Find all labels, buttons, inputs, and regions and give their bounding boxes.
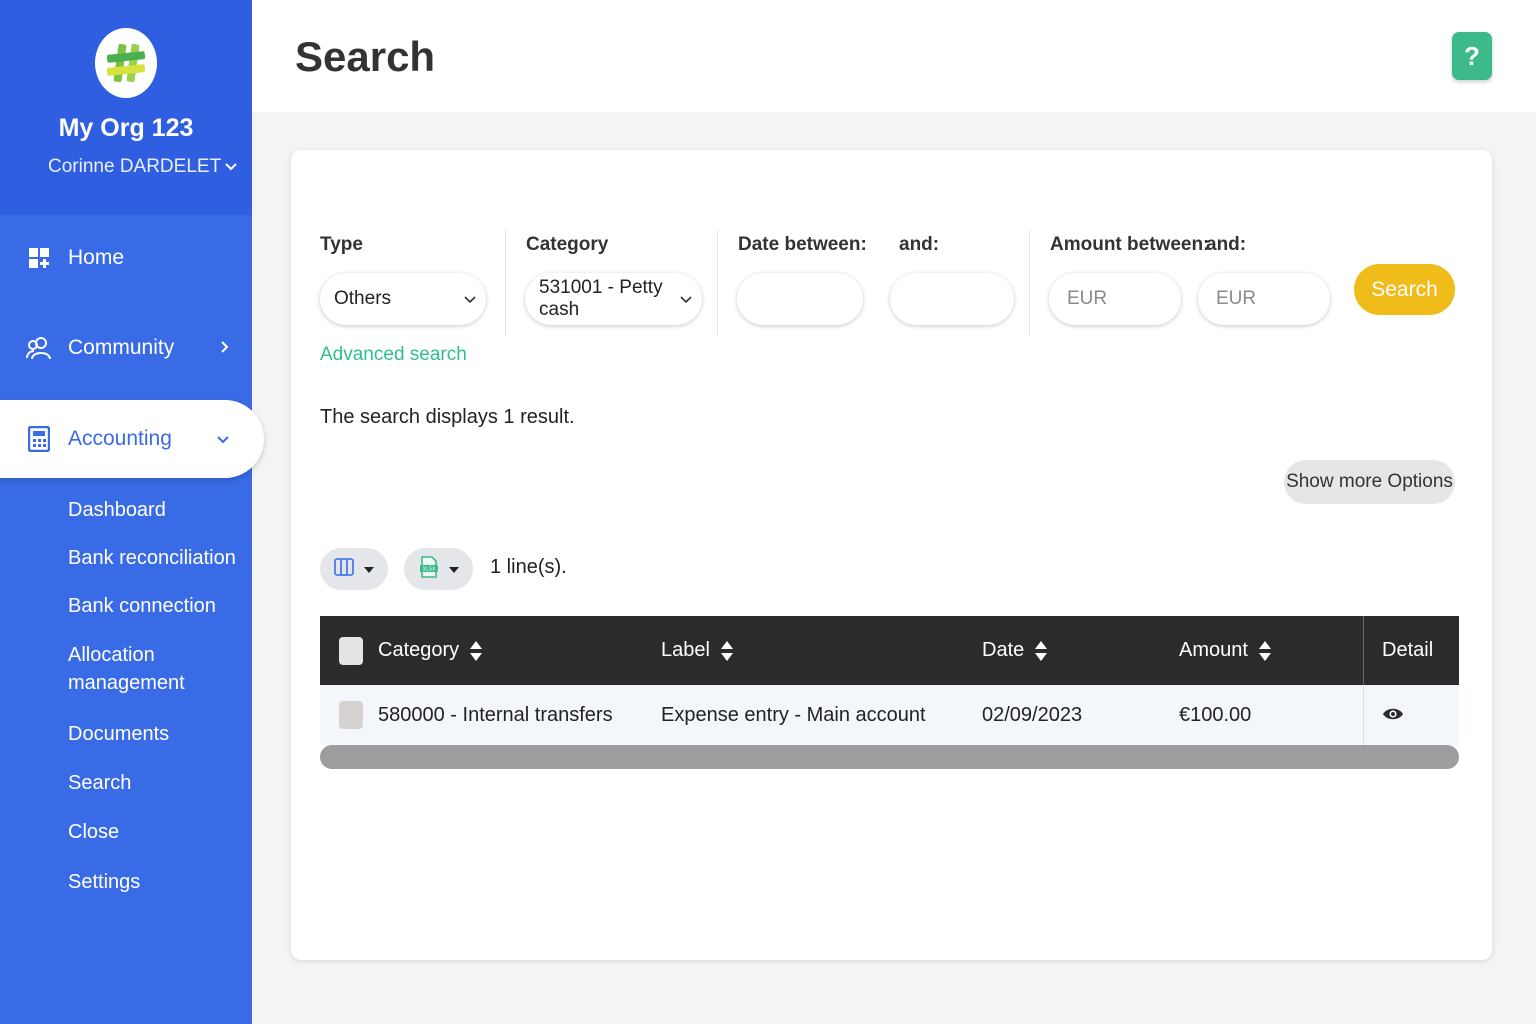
sort-icon (469, 640, 483, 662)
cell-category: 580000 - Internal transfers (378, 703, 613, 726)
search-button[interactable]: Search (1354, 264, 1455, 315)
column-header-detail: Detail (1382, 639, 1434, 661)
chevron-right-icon (220, 336, 230, 360)
category-label: Category (526, 234, 609, 255)
sidebar-item-search[interactable]: Search (68, 769, 248, 797)
columns-icon (334, 557, 354, 581)
user-name: Corinne DARDELET (48, 156, 222, 177)
row-checkbox[interactable] (339, 701, 363, 729)
sidebar-item-settings[interactable]: Settings (68, 868, 248, 896)
column-divider (1363, 616, 1364, 685)
cell-amount: €100.00 (1179, 703, 1252, 726)
results-table: Category Label Date Amount Detail 580000… (320, 616, 1459, 769)
export-button[interactable]: XLSX (404, 548, 473, 590)
filter-divider (505, 230, 506, 336)
select-all-checkbox-cell (339, 616, 363, 685)
amount-min-input[interactable]: EUR (1049, 273, 1181, 325)
column-header-label[interactable]: Label (661, 616, 734, 685)
caret-down-icon (364, 560, 374, 578)
date-to-input[interactable] (890, 273, 1014, 325)
cell-date: 02/09/2023 (982, 703, 1083, 726)
nav-item-home[interactable]: Home (0, 228, 252, 288)
dashboard-grid-icon (26, 245, 52, 271)
table-header: Category Label Date Amount Detail (320, 616, 1459, 685)
row-checkbox-cell (339, 685, 363, 745)
chevron-down-icon (680, 288, 692, 310)
view-detail-button[interactable] (1382, 685, 1404, 745)
category-value: 531001 - Petty cash (539, 277, 663, 320)
users-icon (26, 335, 52, 361)
amount-max-placeholder: EUR (1216, 288, 1257, 309)
page-title: Search (295, 33, 436, 80)
columns-toggle-button[interactable] (320, 548, 388, 590)
column-divider (1363, 685, 1364, 745)
column-header-category[interactable]: Category (378, 616, 483, 685)
column-header-date-label: Date (982, 639, 1025, 661)
date-between-label: Date between: (738, 234, 867, 255)
amount-and-label: and: (1206, 234, 1247, 255)
sidebar-item-documents[interactable]: Documents (68, 720, 248, 748)
sidebar-item-allocation-management[interactable]: Allocation management (68, 641, 248, 697)
date-and-label: and: (899, 234, 940, 255)
select-all-checkbox[interactable] (339, 636, 363, 665)
search-card: Type Others Category 531001 - Petty cash… (291, 150, 1492, 960)
type-value: Others (334, 288, 392, 309)
result-summary: The search displays 1 result. (320, 406, 575, 428)
type-label: Type (320, 234, 363, 255)
type-select[interactable]: Others (320, 273, 486, 325)
column-header-amount[interactable]: Amount (1179, 616, 1272, 685)
sidebar-item-dashboard[interactable]: Dashboard (68, 496, 248, 524)
sort-icon (720, 640, 734, 662)
filter-divider (1029, 230, 1030, 336)
advanced-search-link[interactable]: Advanced search (320, 344, 467, 366)
nav-item-accounting[interactable]: Accounting (0, 400, 264, 478)
org-name: My Org 123 (58, 114, 194, 142)
calculator-icon (26, 426, 52, 452)
chevron-down-icon (216, 427, 230, 451)
user-menu[interactable]: Corinne DARDELET (48, 156, 238, 178)
nav-label-home: Home (68, 246, 125, 269)
column-header-date[interactable]: Date (982, 616, 1048, 685)
sidebar-item-bank-connection[interactable]: Bank connection (68, 592, 248, 620)
column-header-amount-label: Amount (1179, 639, 1248, 661)
sidebar: My Org 123 Corinne DARDELET Home Communi… (0, 0, 264, 1024)
nav-item-community[interactable]: Community (0, 318, 252, 378)
table-row[interactable]: 580000 - Internal transfers Expense entr… (320, 685, 1459, 745)
chevron-down-icon (464, 288, 476, 310)
chevron-down-icon (224, 156, 238, 178)
column-header-label-label: Label (661, 639, 710, 661)
help-button[interactable]: ? (1452, 32, 1492, 80)
sort-icon (1034, 640, 1048, 662)
caret-down-icon (448, 560, 459, 578)
nav-label-community: Community (68, 336, 175, 359)
sort-icon (1258, 640, 1272, 662)
category-select[interactable]: 531001 - Petty cash (525, 273, 702, 325)
nav-label-accounting: Accounting (68, 427, 172, 450)
horizontal-scrollbar[interactable] (320, 745, 1459, 769)
filter-divider (717, 230, 718, 336)
lines-count: 1 line(s). (490, 556, 567, 578)
show-more-options-button[interactable]: Show more Options (1284, 460, 1455, 504)
org-logo-icon (95, 28, 157, 98)
sidebar-item-close[interactable]: Close (68, 818, 248, 846)
org-header: My Org 123 Corinne DARDELET (0, 0, 252, 215)
amount-max-input[interactable]: EUR (1198, 273, 1330, 325)
date-from-input[interactable] (737, 273, 863, 325)
spreadsheet-export-icon: XLSX (419, 555, 439, 583)
page-header: Search ? (252, 0, 1536, 112)
cell-label: Expense entry - Main account (661, 703, 926, 726)
sidebar-item-bank-reconciliation[interactable]: Bank reconciliation (68, 544, 248, 572)
export-format-badge: XLSX (422, 566, 435, 572)
eye-icon (1382, 704, 1404, 727)
column-header-category-label: Category (378, 639, 460, 661)
amount-between-label: Amount between: (1050, 234, 1210, 255)
amount-min-placeholder: EUR (1067, 288, 1108, 309)
